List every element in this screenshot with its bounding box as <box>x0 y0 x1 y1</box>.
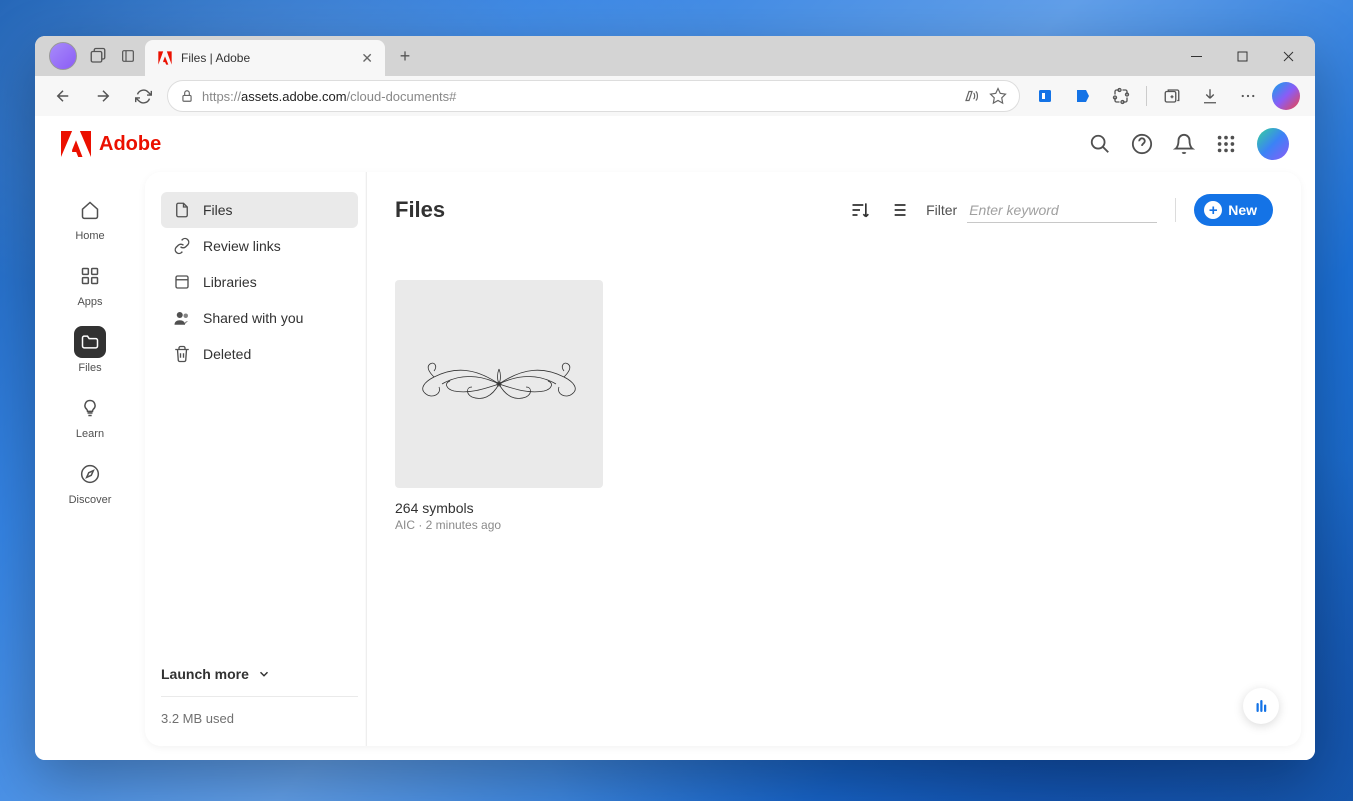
rail-discover[interactable]: Discover <box>69 458 112 506</box>
collections-icon[interactable] <box>1155 79 1189 113</box>
titlebar: Files | Adobe ✕ + <box>35 36 1315 76</box>
sort-icon[interactable] <box>850 200 870 220</box>
window-maximize-button[interactable] <box>1219 36 1265 76</box>
tab-actions-icon[interactable] <box>119 47 137 65</box>
nav-rail: Home Apps Files Learn Discover <box>35 172 145 760</box>
libraries-icon <box>173 273 191 291</box>
adobe-brand-text: Adobe <box>99 133 161 156</box>
adobe-favicon-icon <box>157 50 173 66</box>
file-thumbnail <box>395 280 603 488</box>
file-grid: 264 symbols AIC · 2 minutes ago <box>395 280 1273 532</box>
plus-icon: + <box>1204 201 1222 219</box>
file-meta: AIC · 2 minutes ago <box>395 518 603 532</box>
app-switcher-icon[interactable] <box>1215 133 1237 155</box>
file-card[interactable]: 264 symbols AIC · 2 minutes ago <box>395 280 603 532</box>
sidebar: Files Review links Libraries Shared with… <box>145 172 367 746</box>
page-content: Adobe Home Apps <box>35 116 1315 760</box>
tab-close-icon[interactable]: ✕ <box>361 50 373 67</box>
forward-button[interactable] <box>87 80 119 112</box>
browser-tab[interactable]: Files | Adobe ✕ <box>145 40 385 76</box>
refresh-button[interactable] <box>127 80 159 112</box>
search-icon[interactable] <box>1089 133 1111 155</box>
main-panel: Files Filter + New <box>367 172 1301 746</box>
adobe-mark-icon <box>61 131 91 157</box>
sidebar-shared[interactable]: Shared with you <box>161 300 358 336</box>
filter-input[interactable] <box>967 198 1157 223</box>
read-aloud-icon[interactable] <box>963 87 981 105</box>
help-icon[interactable] <box>1131 133 1153 155</box>
rail-apps[interactable]: Apps <box>74 260 106 308</box>
adobe-header: Adobe <box>35 116 1315 172</box>
rail-learn[interactable]: Learn <box>74 392 106 440</box>
new-button[interactable]: + New <box>1194 194 1273 226</box>
extensions-icon[interactable] <box>1104 79 1138 113</box>
sidebar-libraries[interactable]: Libraries <box>161 264 358 300</box>
sidebar-review-links[interactable]: Review links <box>161 228 358 264</box>
downloads-icon[interactable] <box>1193 79 1227 113</box>
url-text: https://assets.adobe.com/cloud-documents… <box>202 89 955 104</box>
site-info-icon[interactable] <box>180 89 194 103</box>
sidebar-files[interactable]: Files <box>161 192 358 228</box>
adobe-logo[interactable]: Adobe <box>61 131 161 157</box>
user-avatar[interactable] <box>1257 128 1289 160</box>
launch-more-button[interactable]: Launch more <box>161 658 358 690</box>
favorite-icon[interactable] <box>989 87 1007 105</box>
rail-home[interactable]: Home <box>74 194 106 242</box>
trash-icon <box>173 345 191 363</box>
file-icon <box>173 201 191 219</box>
more-icon[interactable] <box>1231 79 1265 113</box>
lightbulb-icon <box>80 398 100 418</box>
window-close-button[interactable] <box>1265 36 1311 76</box>
page-title: Files <box>395 197 445 223</box>
compass-icon <box>80 464 100 484</box>
file-name: 264 symbols <box>395 500 603 516</box>
extension-1-icon[interactable] <box>1028 79 1062 113</box>
apps-icon <box>80 266 100 286</box>
copilot-icon[interactable] <box>1269 79 1303 113</box>
feedback-fab[interactable] <box>1243 688 1279 724</box>
link-icon <box>173 237 191 255</box>
home-icon <box>80 200 100 220</box>
back-button[interactable] <box>47 80 79 112</box>
sidebar-deleted[interactable]: Deleted <box>161 336 358 372</box>
storage-used: 3.2 MB used <box>161 696 358 726</box>
notifications-icon[interactable] <box>1173 133 1195 155</box>
chevron-down-icon <box>257 667 271 681</box>
folder-icon <box>80 332 100 352</box>
people-icon <box>173 309 191 327</box>
browser-window: Files | Adobe ✕ + https://assets.adobe.c… <box>35 36 1315 760</box>
tab-title: Files | Adobe <box>181 51 353 65</box>
new-tab-button[interactable]: + <box>391 42 419 70</box>
address-bar[interactable]: https://assets.adobe.com/cloud-documents… <box>167 80 1020 112</box>
window-minimize-button[interactable] <box>1173 36 1219 76</box>
browser-toolbar: https://assets.adobe.com/cloud-documents… <box>35 76 1315 116</box>
extension-2-icon[interactable] <box>1066 79 1100 113</box>
filter-label: Filter <box>926 202 957 218</box>
workspaces-icon[interactable] <box>89 47 107 65</box>
rail-files[interactable]: Files <box>74 326 106 374</box>
profile-avatar[interactable] <box>49 42 77 70</box>
list-view-icon[interactable] <box>888 200 908 220</box>
